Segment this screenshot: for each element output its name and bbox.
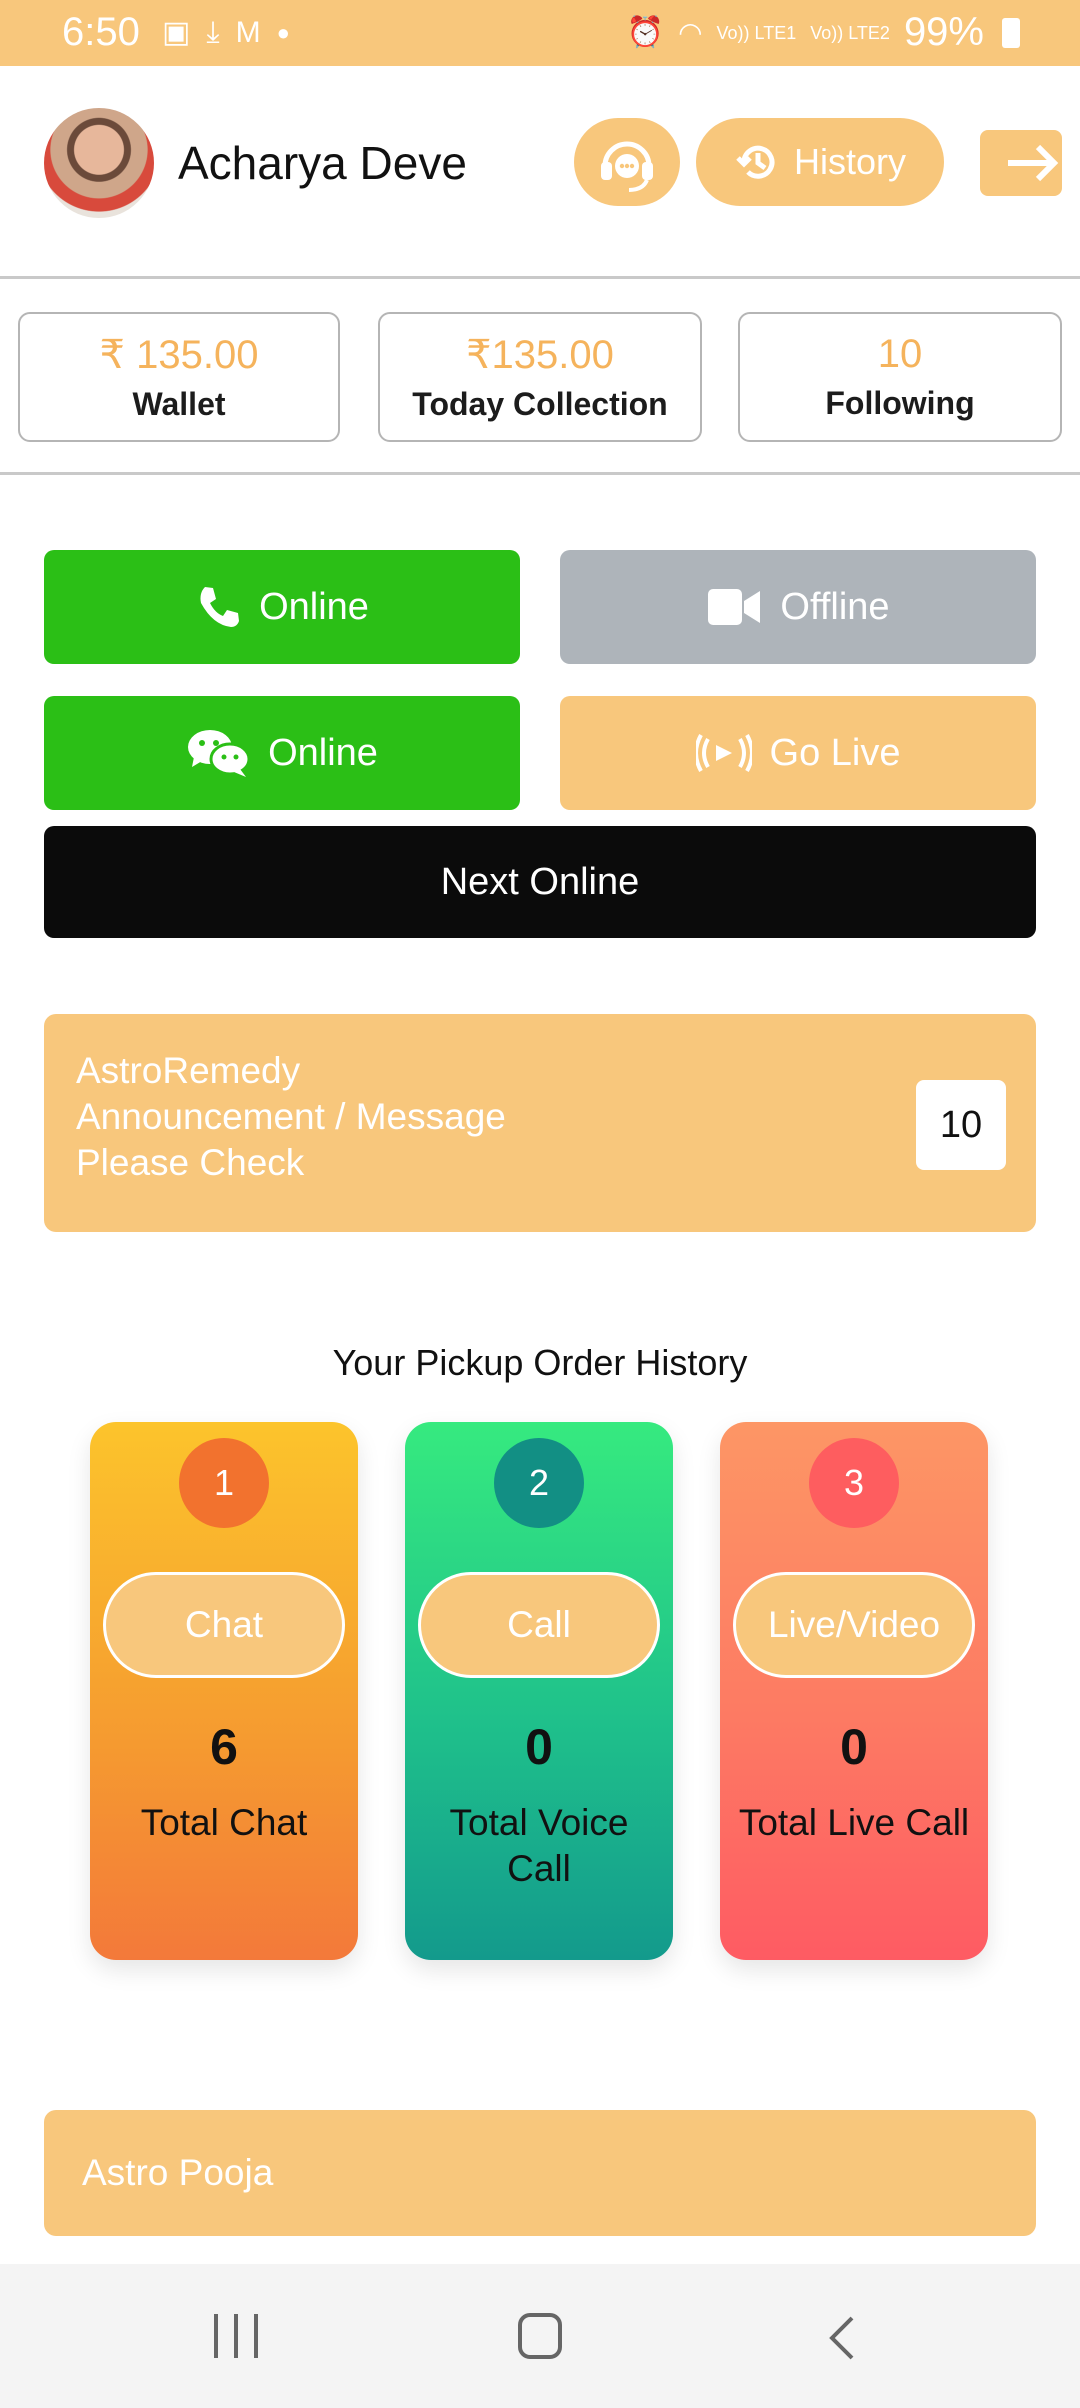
- video-camera-icon: [708, 589, 761, 625]
- announcement-line-1: AstroRemedy: [76, 1050, 301, 1091]
- card-number-badge: 3: [809, 1438, 899, 1528]
- headset-icon: [601, 141, 653, 192]
- card-number-badge: 1: [179, 1438, 269, 1528]
- total-voice-call-label: Total Voice Call: [449, 1802, 629, 1889]
- recent-apps-icon[interactable]: [214, 2314, 258, 2358]
- total-live-call-count: 0: [840, 1719, 868, 1775]
- announcement-line-2: Announcement / Message: [76, 1096, 506, 1137]
- gallery-icon: ▣: [162, 16, 191, 49]
- avatar[interactable]: [44, 108, 154, 218]
- following-label: Following: [825, 385, 975, 421]
- battery-icon: [1002, 17, 1020, 48]
- call-history-card[interactable]: 2 Call 0 Total Voice Call: [405, 1422, 673, 1960]
- today-collection-value: ₹135.00: [466, 333, 614, 377]
- chat-status-label: Online: [268, 731, 378, 774]
- status-bar: 6:50 ▣ ⤓ M ● ⏰ ◠ Vo)) LTE1 Vo)) LTE2 99%: [0, 0, 1080, 66]
- order-history-title: Your Pickup Order History: [332, 1342, 748, 1383]
- header-divider: [0, 276, 1080, 279]
- history-icon: [736, 145, 775, 179]
- clock: 6:50: [62, 10, 140, 54]
- call-status-label: Online: [259, 585, 369, 628]
- following-card[interactable]: 10 Following: [738, 312, 1062, 442]
- total-chat-label: Total Chat: [140, 1802, 308, 1843]
- gmail-icon: M: [235, 16, 261, 49]
- chat-history-card[interactable]: 1 Chat 6 Total Chat: [90, 1422, 358, 1960]
- battery-percent: 99%: [903, 10, 984, 54]
- history-label: History: [793, 141, 906, 182]
- username: Acharya Deve: [178, 137, 467, 189]
- history-button[interactable]: History: [696, 118, 944, 206]
- card-number-badge: 2: [494, 1438, 584, 1528]
- video-status-button[interactable]: Offline: [560, 550, 1036, 664]
- notification-icons: ▣ ⤓ M ●: [162, 14, 290, 52]
- announcement-line-3: Please Check: [76, 1142, 305, 1183]
- following-value: 10: [877, 332, 923, 376]
- live-history-card[interactable]: 3 Live/Video 0 Total Live Call: [720, 1422, 988, 1960]
- support-button[interactable]: [574, 118, 680, 206]
- system-nav-bar: [0, 2264, 1080, 2408]
- logout-icon: [1008, 144, 1059, 182]
- total-live-call-label: Total Live Call: [738, 1802, 970, 1843]
- download-icon: ⤓: [206, 16, 220, 49]
- signal-sim1: Vo)) LTE1: [716, 22, 797, 43]
- system-icons: ⏰ ◠ Vo)) LTE1 Vo)) LTE2 99%: [627, 10, 1020, 55]
- home-icon[interactable]: [518, 2313, 562, 2359]
- back-icon[interactable]: [826, 2314, 856, 2362]
- wallet-label: Wallet: [132, 386, 226, 422]
- wallet-value: ₹ 135.00: [99, 333, 259, 377]
- broadcast-icon: [695, 734, 752, 772]
- wifi-icon: ◠: [678, 17, 703, 48]
- total-chat-count: 6: [210, 1719, 238, 1775]
- logout-button[interactable]: [980, 130, 1062, 196]
- astro-pooja-button[interactable]: Astro Pooja: [44, 2110, 1036, 2236]
- go-live-label: Go Live: [769, 731, 901, 774]
- today-collection-label: Today Collection: [412, 386, 668, 422]
- chat-pill-button[interactable]: Chat: [103, 1572, 345, 1678]
- call-pill-button[interactable]: Call: [418, 1572, 660, 1678]
- live-video-pill-button[interactable]: Live/Video: [733, 1572, 975, 1678]
- video-status-label: Offline: [780, 585, 890, 628]
- announcement-count-badge: 10: [916, 1080, 1006, 1170]
- announcement-banner[interactable]: AstroRemedy Announcement / Message Pleas…: [44, 1014, 1036, 1232]
- next-online-button[interactable]: Next Online: [44, 826, 1036, 938]
- dot-icon: ●: [276, 20, 290, 45]
- phone-icon: [200, 587, 240, 627]
- announcement-text: AstroRemedy Announcement / Message Pleas…: [76, 1048, 506, 1186]
- wallet-card[interactable]: ₹ 135.00 Wallet: [18, 312, 340, 442]
- app-header: Acharya Deve History: [0, 66, 1080, 278]
- signal-sim2: Vo)) LTE2: [810, 22, 890, 43]
- call-status-button[interactable]: Online: [44, 550, 520, 664]
- alarm-icon: ⏰: [626, 16, 665, 49]
- wechat-icon: [188, 730, 251, 777]
- today-collection-card[interactable]: ₹135.00 Today Collection: [378, 312, 702, 442]
- total-voice-call-count: 0: [525, 1719, 553, 1775]
- stats-divider: [0, 472, 1080, 475]
- chat-status-button[interactable]: Online: [44, 696, 520, 810]
- go-live-button[interactable]: Go Live: [560, 696, 1036, 810]
